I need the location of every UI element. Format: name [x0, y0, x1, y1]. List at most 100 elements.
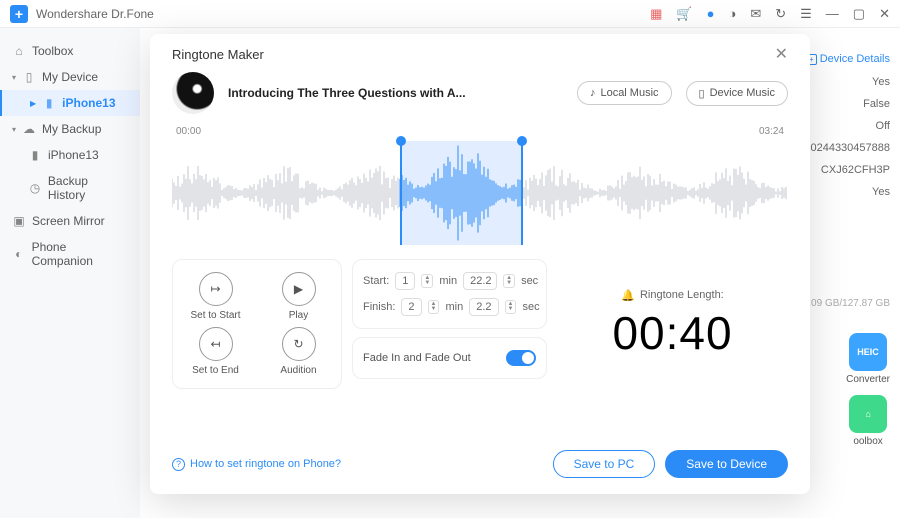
- set-to-start-button[interactable]: ↦Set to Start: [183, 272, 248, 321]
- menu-icon[interactable]: ☰: [800, 6, 812, 22]
- selection-range[interactable]: [400, 141, 523, 245]
- ringtone-length-value: 00:40: [612, 306, 732, 360]
- detail-row: Yes: [797, 181, 890, 203]
- phone-icon: ▮: [28, 148, 42, 162]
- sidebar-label: Phone Companion: [32, 240, 128, 268]
- detail-row: Off: [797, 115, 890, 137]
- sidebar-item-backup-iphone13[interactable]: ▮ iPhone13: [0, 142, 140, 168]
- audition-button[interactable]: ↻Audition: [266, 327, 331, 376]
- companion-icon: ◐: [12, 247, 26, 261]
- chevron-down-icon: ▾: [12, 73, 16, 82]
- close-icon[interactable]: ✕: [775, 44, 788, 64]
- detail-row: 0244330457888: [797, 137, 890, 159]
- sidebar-item-iphone13[interactable]: ▶ ▮ iPhone13: [0, 90, 140, 116]
- detail-row: CXJ62CFH3P: [797, 159, 890, 181]
- fade-label: Fade In and Fade Out: [363, 352, 471, 364]
- headset-icon[interactable]: ◑: [728, 6, 736, 21]
- tile-heic-converter[interactable]: HEICConverter: [846, 333, 890, 385]
- home-icon: ⌂: [12, 44, 26, 58]
- tile-toolbox[interactable]: ⌂ oolbox: [846, 395, 890, 447]
- fade-toggle[interactable]: [506, 350, 536, 366]
- sidebar-label: My Device: [42, 70, 98, 84]
- history-icon[interactable]: ↻: [775, 6, 786, 22]
- local-music-button[interactable]: ♪Local Music: [577, 81, 672, 105]
- user-icon[interactable]: ●: [707, 6, 715, 21]
- start-sec-stepper[interactable]: ▲▼: [503, 274, 515, 288]
- timeline-labels: 00:00 03:24: [172, 126, 788, 137]
- play-button[interactable]: ▶Play: [266, 272, 331, 321]
- device-details-link[interactable]: + Device Details: [797, 48, 890, 71]
- sidebar-label: iPhone13: [48, 148, 99, 162]
- help-link[interactable]: ?How to set ringtone on Phone?: [172, 458, 341, 471]
- waveform[interactable]: [172, 141, 788, 245]
- time-start: 00:00: [176, 126, 201, 137]
- minimize-icon[interactable]: —: [826, 6, 839, 21]
- sidebar-item-toolbox[interactable]: ⌂ Toolbox: [0, 38, 140, 64]
- finish-sec-input[interactable]: 2.2: [469, 298, 498, 316]
- titlebar-icons: ▦ 🛒 ● ◑ ✉ ↻ ☰ — ▢ ✕: [650, 6, 890, 22]
- ringtone-length-box: 🔔 Ringtone Length: 00:40: [557, 259, 788, 389]
- playback-controls: ↦Set to Start ▶Play ↤Set to End ↻Auditio…: [172, 259, 342, 389]
- app-logo: +: [10, 5, 28, 23]
- mail-icon[interactable]: ✉: [750, 6, 761, 22]
- feature-tiles: HEICConverter ⌂ oolbox: [846, 333, 890, 447]
- device-details-panel: + Device Details Yes False Off 024433045…: [797, 48, 890, 315]
- save-to-device-button[interactable]: Save to Device: [665, 450, 788, 478]
- min-unit: min: [439, 275, 457, 287]
- start-sec-input[interactable]: 22.2: [463, 272, 497, 290]
- start-min-input[interactable]: 1: [395, 272, 415, 290]
- ringtone-length-label: Ringtone Length:: [640, 289, 724, 301]
- ringtone-maker-dialog: Ringtone Maker ✕ Introducing The Three Q…: [150, 34, 810, 494]
- start-label: Start:: [363, 275, 389, 287]
- selection-handle-left[interactable]: [396, 136, 406, 146]
- close-window-icon[interactable]: ✕: [879, 6, 890, 22]
- titlebar: + Wondershare Dr.Fone ▦ 🛒 ● ◑ ✉ ↻ ☰ — ▢ …: [0, 0, 900, 28]
- sidebar-item-backup-history[interactable]: ◷Backup History: [0, 168, 140, 208]
- toolbox-icon: ⌂: [849, 395, 887, 433]
- sidebar-item-phonecompanion[interactable]: ◐ Phone Companion: [0, 234, 140, 274]
- track-name: Introducing The Three Questions with A..…: [228, 86, 563, 100]
- music-icon: ♪: [590, 87, 596, 99]
- fade-box: Fade In and Fade Out: [352, 337, 547, 379]
- device-icon: ▯: [22, 70, 36, 84]
- sidebar-label: Toolbox: [32, 44, 73, 58]
- sidebar: ⌂Toolbox ▾▯My Device ▶▮iPhone13 ▾☁My Bac…: [0, 28, 140, 518]
- sidebar-item-screenmirror[interactable]: ▣Screen Mirror: [0, 208, 140, 234]
- audition-icon: ↻: [282, 327, 316, 361]
- sidebar-label: iPhone13: [62, 96, 115, 110]
- device-music-button[interactable]: ▯Device Music: [686, 81, 788, 106]
- app-title: Wondershare Dr.Fone: [36, 7, 642, 21]
- save-to-pc-button[interactable]: Save to PC: [553, 450, 656, 478]
- dialog-title: Ringtone Maker: [172, 47, 264, 62]
- min-unit: min: [445, 301, 463, 313]
- help-icon: ?: [172, 458, 185, 471]
- sidebar-item-mydevice[interactable]: ▾ ▯ My Device: [0, 64, 140, 90]
- chevron-right-icon: ▶: [30, 99, 36, 108]
- set-to-end-button[interactable]: ↤Set to End: [183, 327, 248, 376]
- main-area: + Device Details Yes False Off 024433045…: [140, 28, 900, 518]
- chevron-down-icon: ▾: [12, 125, 16, 134]
- set-end-icon: ↤: [199, 327, 233, 361]
- cart-icon[interactable]: 🛒: [676, 6, 692, 22]
- heic-icon: HEIC: [849, 333, 887, 371]
- finish-sec-stepper[interactable]: ▲▼: [505, 300, 517, 314]
- start-min-stepper[interactable]: ▲▼: [421, 274, 433, 288]
- finish-min-input[interactable]: 2: [401, 298, 421, 316]
- gift-icon[interactable]: ▦: [650, 6, 662, 22]
- bell-icon: 🔔: [621, 289, 635, 302]
- tile-label: oolbox: [853, 436, 882, 447]
- trim-box: Start: 1 ▲▼ min 22.2 ▲▼ sec Finish: 2 ▲▼: [352, 259, 547, 329]
- finish-label: Finish:: [363, 301, 395, 313]
- phone-icon: ▯: [699, 87, 705, 100]
- time-end: 03:24: [759, 126, 784, 137]
- phone-icon: ▮: [42, 96, 56, 110]
- album-art: [172, 72, 214, 114]
- detail-row: False: [797, 93, 890, 115]
- storage-text: 32.09 GB/127.87 GB: [797, 293, 890, 315]
- maximize-icon[interactable]: ▢: [853, 6, 865, 22]
- sidebar-item-mybackup[interactable]: ▾☁My Backup: [0, 116, 140, 142]
- sec-unit: sec: [522, 301, 539, 313]
- sidebar-label: Backup History: [48, 174, 128, 202]
- finish-min-stepper[interactable]: ▲▼: [428, 300, 440, 314]
- backup-icon: ☁: [22, 122, 36, 136]
